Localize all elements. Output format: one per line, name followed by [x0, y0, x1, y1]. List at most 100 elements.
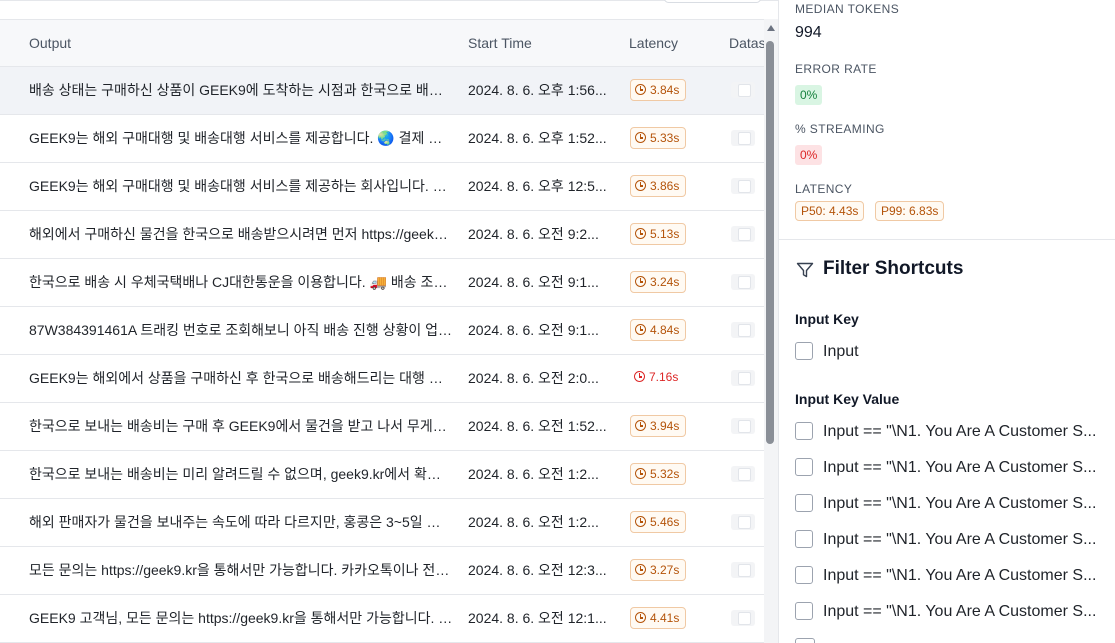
- option-label: Input == "\N1. You Are A Customer S...: [823, 422, 1096, 442]
- latency-value: 4.41s: [650, 611, 679, 625]
- column-header-start-time[interactable]: Start Time: [468, 20, 608, 67]
- output-cell: 배송 상태는 구매하신 상품이 GEEK9에 도착하는 시점과 한국으로 배송되…: [29, 67, 453, 114]
- dataset-checkbox[interactable]: [731, 130, 755, 146]
- checkbox[interactable]: [795, 458, 813, 476]
- median-tokens-label: MEDIAN TOKENS: [795, 2, 899, 16]
- start-time-cell: 2024. 8. 6. 오전 9:2...: [468, 211, 615, 258]
- output-cell: GEEK9 고객님, 모든 문의는 https://geek9.kr을 통해서만…: [29, 595, 453, 642]
- option-label: Input == "\N1. You Are A Customer S...: [823, 458, 1096, 478]
- streaming-label: % STREAMING: [795, 122, 885, 136]
- table-body: 배송 상태는 구매하신 상품이 GEEK9에 도착하는 시점과 한국으로 배송되…: [0, 67, 764, 643]
- start-time-cell: 2024. 8. 6. 오후 1:56...: [468, 67, 615, 114]
- latency-p99-badge: P99: 6.83s: [875, 201, 944, 221]
- table-row[interactable]: GEEK9는 해외 구매대행 및 배송대행 서비스를 제공하는 회사입니다. 궁…: [0, 163, 764, 211]
- table-row[interactable]: 모든 문의는 https://geek9.kr을 통해서만 가능합니다. 카카오…: [0, 547, 764, 595]
- checkbox[interactable]: [795, 566, 813, 584]
- dataset-checkbox[interactable]: [731, 514, 755, 530]
- table-row[interactable]: 해외에서 구매하신 물건을 한국으로 배송받으시려면 먼저 https://ge…: [0, 211, 764, 259]
- latency-value: 5.46s: [650, 515, 679, 529]
- latency-value: 3.86s: [650, 179, 679, 193]
- runs-table-pane: Output Start Time Latency Datas 배송 상태는 구…: [0, 0, 778, 643]
- latency-value: 3.94s: [650, 419, 679, 433]
- latency-badge: 5.32s: [630, 463, 686, 485]
- table-row[interactable]: 한국으로 보내는 배송비는 미리 알려드릴 수 없으며, geek9.kr에서 …: [0, 451, 764, 499]
- checkbox[interactable]: [795, 530, 813, 548]
- start-time-cell: 2024. 8. 6. 오전 9:1...: [468, 259, 615, 306]
- clock-icon: [634, 371, 645, 382]
- table-row[interactable]: 한국으로 보내는 배송비는 구매 후 GEEK9에서 물건을 받고 나서 무게를…: [0, 403, 764, 451]
- output-cell: GEEK9는 해외 구매대행 및 배송대행 서비스를 제공합니다. 🌏 결제 및…: [29, 115, 453, 162]
- latency-badge: 5.46s: [630, 511, 686, 533]
- input-key-value-option[interactable]: Input == "\N1. You Are A Customer S...: [795, 602, 1115, 622]
- clock-icon: [635, 228, 646, 239]
- filter-icon: [796, 262, 814, 278]
- clock-icon: [635, 180, 646, 191]
- dataset-checkbox[interactable]: [731, 82, 755, 98]
- latency-value: 4.84s: [650, 323, 679, 337]
- output-cell: GEEK9는 해외 구매대행 및 배송대행 서비스를 제공하는 회사입니다. 궁…: [29, 163, 453, 210]
- output-cell: 해외에서 구매하신 물건을 한국으로 배송받으시려면 먼저 https://ge…: [29, 211, 453, 258]
- clock-icon: [635, 132, 646, 143]
- column-header-output[interactable]: Output: [29, 20, 429, 67]
- dataset-checkbox[interactable]: [731, 322, 755, 338]
- input-key-option[interactable]: Input: [795, 342, 1115, 362]
- scroll-up-arrow-icon[interactable]: [767, 25, 775, 31]
- output-cell: 해외 판매자가 물건을 보내주는 속도에 따라 다르지만, 홍콩은 3~5일 정…: [29, 499, 453, 546]
- clock-icon: [635, 324, 646, 335]
- latency-badge: 3.94s: [630, 415, 686, 437]
- input-key-value-option[interactable]: Input == "\N1. You Are A Customer S...: [795, 530, 1115, 550]
- latency-badge-alert: 7.16s: [630, 367, 684, 389]
- start-time-cell: 2024. 8. 6. 오전 9:1...: [468, 307, 615, 354]
- output-cell: GEEK9는 해외에서 상품을 구매하신 후 한국으로 배송해드리는 대행 서비…: [29, 355, 453, 402]
- latency-value: 3.24s: [650, 275, 679, 289]
- toolbar-divider: [0, 0, 778, 1]
- checkbox[interactable]: [795, 342, 813, 360]
- output-cell: 한국으로 배송 시 우체국택배나 CJ대한통운을 이용합니다. 🚚 배송 조회는…: [29, 259, 453, 306]
- clock-icon: [635, 612, 646, 623]
- dataset-checkbox[interactable]: [731, 466, 755, 482]
- input-key-value-option[interactable]: Input == "\N1. You Are A Customer S...: [795, 422, 1115, 442]
- column-header-dataset[interactable]: Datas: [729, 20, 764, 67]
- table-row[interactable]: 한국으로 배송 시 우체국택배나 CJ대한통운을 이용합니다. 🚚 배송 조회는…: [0, 259, 764, 307]
- input-key-value-option[interactable]: Input == "\N1. You Are A Customer S...: [795, 494, 1115, 514]
- dataset-checkbox[interactable]: [731, 562, 755, 578]
- start-time-cell: 2024. 8. 6. 오전 1:2...: [468, 451, 615, 498]
- table-row[interactable]: 해외 판매자가 물건을 보내주는 속도에 따라 다르지만, 홍콩은 3~5일 정…: [0, 499, 764, 547]
- table-row[interactable]: 배송 상태는 구매하신 상품이 GEEK9에 도착하는 시점과 한국으로 배송되…: [0, 67, 764, 115]
- option-label: Input == "\N1. You Are A Customer S...: [823, 530, 1096, 550]
- column-header-latency[interactable]: Latency: [629, 20, 719, 67]
- checkbox[interactable]: [795, 422, 813, 440]
- clock-icon: [635, 84, 646, 95]
- table-row[interactable]: GEEK9 고객님, 모든 문의는 https://geek9.kr을 통해서만…: [0, 595, 764, 643]
- table-row[interactable]: GEEK9는 해외에서 상품을 구매하신 후 한국으로 배송해드리는 대행 서비…: [0, 355, 764, 403]
- dataset-checkbox[interactable]: [731, 178, 755, 194]
- checkbox[interactable]: [795, 602, 813, 620]
- output-cell: 모든 문의는 https://geek9.kr을 통해서만 가능합니다. 카카오…: [29, 547, 453, 594]
- latency-badge: 3.27s: [630, 559, 686, 581]
- dataset-checkbox[interactable]: [731, 226, 755, 242]
- clock-icon: [635, 516, 646, 527]
- scroll-thumb[interactable]: [766, 41, 774, 444]
- table-row[interactable]: 87W384391461A 트래킹 번호로 조회해보니 아직 배송 진행 상황이…: [0, 307, 764, 355]
- dataset-checkbox[interactable]: [731, 274, 755, 290]
- error-rate-label: ERROR RATE: [795, 62, 877, 76]
- start-time-cell: 2024. 8. 6. 오후 12:5...: [468, 163, 615, 210]
- table-row[interactable]: GEEK9는 해외 구매대행 및 배송대행 서비스를 제공합니다. 🌏 결제 및…: [0, 115, 764, 163]
- latency-badge: 5.33s: [630, 127, 686, 149]
- option-label: Input == "\N1. You Are A Customer S...: [823, 602, 1096, 622]
- input-key-value-option[interactable]: Input == "\N1. You Are A Customer S...: [795, 458, 1115, 478]
- checkbox[interactable]: [795, 494, 813, 512]
- error-rate-badge: 0%: [795, 85, 822, 105]
- output-cell: 한국으로 보내는 배송비는 구매 후 GEEK9에서 물건을 받고 나서 무게를…: [29, 403, 453, 450]
- latency-value: 7.16s: [649, 370, 678, 384]
- dataset-checkbox[interactable]: [731, 610, 755, 626]
- dataset-checkbox[interactable]: [731, 370, 755, 386]
- input-key-value-option[interactable]: Input == "\N1. You Are A Customer S...: [795, 566, 1115, 586]
- input-key-label: Input Key: [795, 311, 859, 327]
- table-header: Output Start Time Latency Datas: [0, 19, 778, 67]
- checkbox[interactable]: [795, 638, 815, 643]
- start-time-cell: 2024. 8. 6. 오후 1:52...: [468, 115, 615, 162]
- table-scrollbar[interactable]: [764, 19, 778, 643]
- dataset-checkbox[interactable]: [731, 418, 755, 434]
- toolbar-button[interactable]: [664, 0, 761, 3]
